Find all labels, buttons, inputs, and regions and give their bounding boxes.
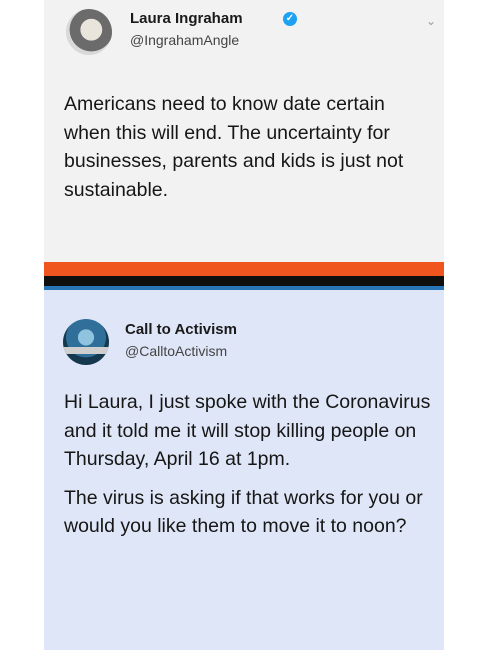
author-name[interactable]: Call to Activism (125, 321, 237, 338)
avatar-band (63, 347, 109, 354)
tweet-text: Americans need to know date certain when… (64, 93, 404, 201)
tweet-paragraph: The virus is asking if that works for yo… (64, 486, 423, 538)
avatar[interactable] (66, 9, 112, 55)
author-handle[interactable]: @IngrahamAngle (130, 32, 239, 48)
tweet-laura-ingraham[interactable]: Laura Ingraham ✓ @IngrahamAngle ⌄ Americ… (44, 0, 444, 262)
author-name[interactable]: Laura Ingraham (130, 10, 243, 27)
tweet-paragraph: Hi Laura, I just spoke with the Coronavi… (64, 391, 431, 470)
tweet-text: Hi Laura, I just spoke with the Coronavi… (64, 388, 434, 551)
avatar[interactable] (63, 319, 109, 365)
author-handle[interactable]: @CalltoActivism (125, 343, 227, 359)
chevron-down-icon[interactable]: ⌄ (426, 14, 436, 28)
verified-badge-icon: ✓ (283, 12, 297, 26)
separator-orange (44, 262, 444, 276)
separator-black (44, 276, 444, 286)
screenshot-frame: Laura Ingraham ✓ @IngrahamAngle ⌄ Americ… (44, 0, 444, 650)
